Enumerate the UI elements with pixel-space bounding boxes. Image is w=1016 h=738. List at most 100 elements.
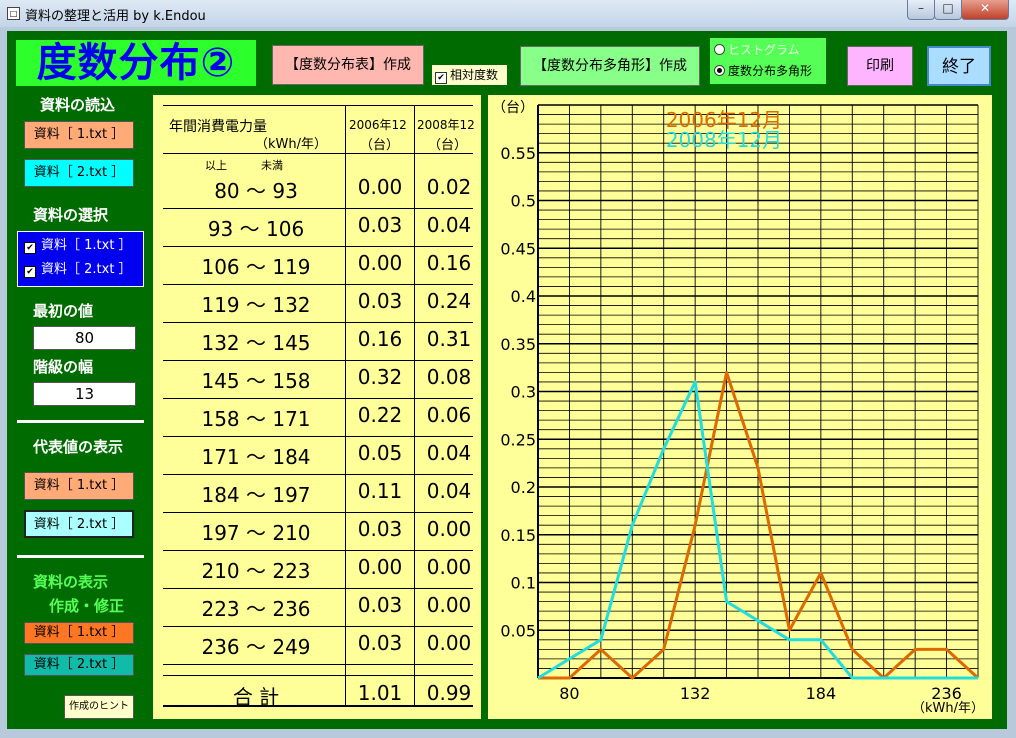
display-data1-button[interactable]: 資料［ 1.txt ］ bbox=[24, 622, 134, 644]
row-divider bbox=[163, 588, 473, 589]
header-miman: 未満 bbox=[261, 159, 283, 172]
minimize-button[interactable]: – bbox=[907, 0, 935, 20]
value-2006: 0.11 bbox=[357, 479, 403, 503]
class-range: 106 〜 119 bbox=[201, 255, 311, 279]
app-window: □ 資料の整理と活用 by k.Endou – □ ✕ 度数分布② 【度数分布表… bbox=[0, 0, 1016, 738]
y-tick-label: 0.45 bbox=[500, 239, 536, 258]
value-2006: 0.22 bbox=[357, 403, 403, 427]
y-tick-label: 0.25 bbox=[500, 430, 536, 449]
value-2006: 0.00 bbox=[357, 175, 403, 199]
class-range: 210 〜 223 bbox=[201, 559, 311, 583]
value-2008: 0.02 bbox=[426, 175, 472, 199]
title-bar[interactable]: □ 資料の整理と活用 by k.Endou – □ ✕ bbox=[0, 0, 1016, 27]
value-2006: 0.03 bbox=[357, 289, 403, 313]
y-tick-label: 0.2 bbox=[511, 478, 536, 497]
create-table-button[interactable]: 【度数分布表】作成 bbox=[272, 45, 424, 85]
class-range: 80 〜 93 bbox=[214, 179, 298, 203]
create-polygon-button[interactable]: 【度数分布多角形】作成 bbox=[520, 46, 700, 86]
row-divider bbox=[163, 664, 473, 665]
value-2008: 0.04 bbox=[426, 441, 472, 465]
row-divider bbox=[163, 398, 473, 399]
value-2008: 0.06 bbox=[426, 403, 472, 427]
edit-section-label: 作成・修正 bbox=[49, 597, 125, 615]
row-divider bbox=[163, 512, 473, 513]
table-border bbox=[163, 105, 473, 106]
y-tick-label: 0.4 bbox=[511, 287, 536, 306]
class-width-input[interactable]: 13 bbox=[33, 382, 136, 406]
select-section-label: 資料の選択 bbox=[33, 206, 109, 224]
value-2008: 0.08 bbox=[426, 365, 472, 389]
total-2006: 1.01 bbox=[357, 681, 403, 705]
relative-frequency-checkbox[interactable]: ✔ 相対度数 bbox=[432, 65, 507, 85]
print-button[interactable]: 印刷 bbox=[847, 46, 913, 86]
radio-histogram[interactable]: ヒストグラム bbox=[714, 41, 800, 59]
radio-polygon-label: 度数分布多角形 bbox=[728, 64, 813, 78]
value-2006: 0.03 bbox=[357, 593, 403, 617]
row-divider bbox=[163, 360, 473, 361]
value-2008: 0.31 bbox=[426, 327, 472, 351]
app-icon: □ bbox=[7, 7, 20, 20]
radio-on-icon bbox=[714, 65, 725, 76]
checkmark-icon: ✔ bbox=[24, 266, 36, 278]
select-data2-checkbox[interactable]: ✔ 資料［ 2.txt ］ bbox=[24, 260, 132, 280]
row-divider bbox=[163, 246, 473, 247]
hint-button[interactable]: 作成のヒント bbox=[64, 695, 134, 719]
row-divider bbox=[163, 550, 473, 551]
y-axis-unit: （台） bbox=[492, 100, 534, 116]
row-divider bbox=[163, 208, 473, 209]
value-2008: 0.00 bbox=[426, 593, 472, 617]
y-tick-label: 0.05 bbox=[500, 621, 536, 640]
display-section-label: 資料の表示 bbox=[33, 573, 109, 591]
value-2006: 0.03 bbox=[357, 213, 403, 237]
row-divider bbox=[163, 284, 473, 285]
window-title: 資料の整理と活用 by k.Endou bbox=[25, 9, 206, 24]
y-tick-label: 0.1 bbox=[511, 574, 536, 593]
header-title: 年間消費電力量 bbox=[169, 119, 267, 135]
value-2008: 0.00 bbox=[426, 517, 472, 541]
divider bbox=[17, 555, 144, 558]
relative-frequency-label: 相対度数 bbox=[450, 68, 499, 82]
page-title: 度数分布② bbox=[16, 40, 256, 86]
checkmark-icon: ✔ bbox=[24, 242, 36, 254]
close-button[interactable]: ✕ bbox=[961, 0, 1009, 20]
value-2008: 0.16 bbox=[426, 251, 472, 275]
class-range: 223 〜 236 bbox=[201, 597, 311, 621]
value-2008: 0.24 bbox=[426, 289, 472, 313]
class-range: 236 〜 249 bbox=[201, 635, 311, 659]
display-data2-button[interactable]: 資料［ 2.txt ］ bbox=[24, 654, 134, 676]
radio-polygon[interactable]: 度数分布多角形 bbox=[714, 62, 812, 80]
y-tick-label: 0.35 bbox=[500, 335, 536, 354]
chart-panel: 0.05 0.1 0.15 0.2 0.25 0.3 0.35 0.4 0.45 0.5 0.55 8… bbox=[488, 95, 992, 719]
column-2008-header: 2008年12 bbox=[417, 118, 475, 132]
class-range: 197 〜 210 bbox=[201, 521, 311, 545]
value-2008: 0.04 bbox=[426, 479, 472, 503]
quit-button[interactable]: 終了 bbox=[927, 46, 991, 86]
select-data1-checkbox[interactable]: ✔ 資料［ 1.txt ］ bbox=[24, 236, 132, 256]
checkmark-icon: ✔ bbox=[435, 72, 447, 84]
value-2006: 0.00 bbox=[357, 555, 403, 579]
value-2006: 0.32 bbox=[357, 365, 403, 389]
legend-label: 2008年12月 bbox=[666, 128, 782, 152]
y-tick-label: 0.55 bbox=[500, 144, 536, 163]
select-data2-label: 資料［ 2.txt ］ bbox=[41, 262, 132, 277]
rep-data1-button[interactable]: 資料［ 1.txt ］ bbox=[24, 472, 134, 500]
total-2008: 0.99 bbox=[426, 681, 472, 705]
x-tick-label: 80 bbox=[559, 684, 579, 703]
load-data2-button[interactable]: 資料［ 2.txt ］ bbox=[24, 159, 134, 187]
first-value-input[interactable]: 80 bbox=[33, 326, 136, 350]
class-range: 132 〜 145 bbox=[201, 331, 311, 355]
radio-off-icon bbox=[714, 44, 725, 55]
maximize-button[interactable]: □ bbox=[934, 0, 962, 20]
load-data1-button[interactable]: 資料［ 1.txt ］ bbox=[24, 121, 134, 149]
divider bbox=[17, 420, 144, 423]
header-unit: （kWh/年） bbox=[255, 137, 328, 152]
class-width-label: 階級の幅 bbox=[33, 358, 94, 376]
value-2006: 0.03 bbox=[357, 517, 403, 541]
class-range: 119 〜 132 bbox=[201, 293, 311, 317]
rep-data2-button[interactable]: 資料［ 2.txt ］ bbox=[24, 510, 134, 538]
select-data1-label: 資料［ 1.txt ］ bbox=[41, 238, 132, 253]
column-2008-unit: （台） bbox=[428, 138, 468, 153]
x-tick-label: 132 bbox=[680, 684, 711, 703]
row-divider bbox=[163, 474, 473, 475]
row-divider bbox=[163, 675, 473, 676]
